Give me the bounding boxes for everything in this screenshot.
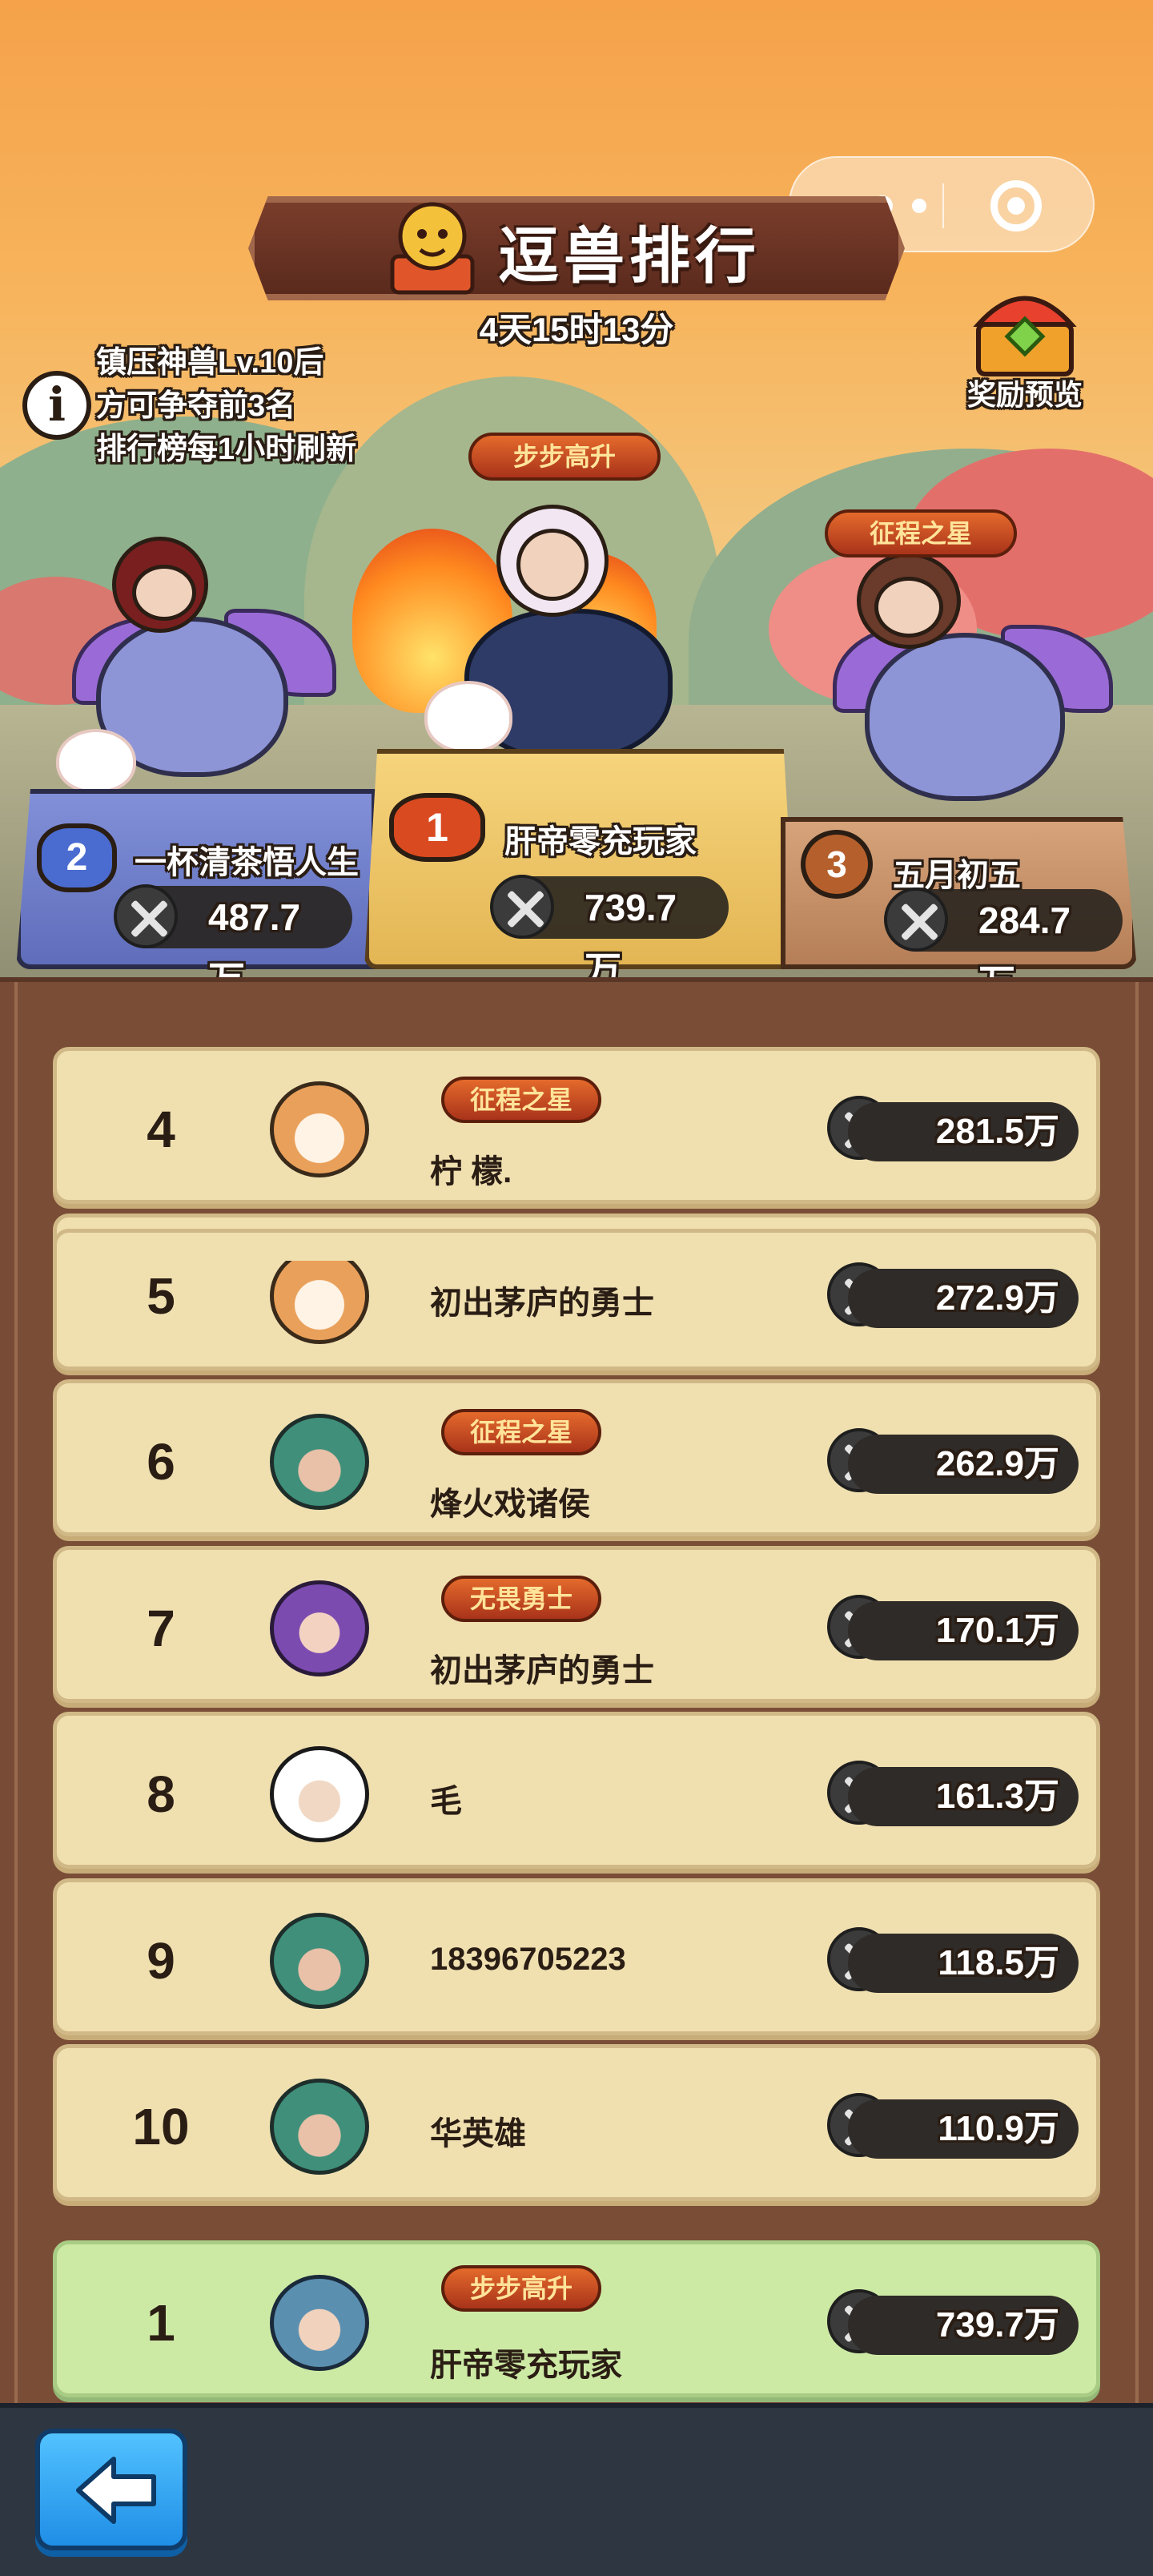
player-name: 柠 檬. <box>430 1154 512 1189</box>
list-item[interactable]: 10 华英雄 110.9万 <box>53 2044 1100 2201</box>
power-score: 272.9万 <box>848 1269 1079 1328</box>
my-rank-row[interactable]: 1 步步高升 肝帝零充玩家 739.7万 <box>53 2240 1100 2397</box>
dragon-avatar[interactable] <box>270 2079 369 2175</box>
treasure-chest-icon[interactable] <box>969 280 1081 380</box>
rules-line: 排行榜每1小时刷新 <box>96 433 357 466</box>
close-circle-icon[interactable] <box>990 180 1042 231</box>
golden-lion-icon <box>390 202 475 295</box>
player-name: 初出茅庐的勇士 <box>430 1286 654 1321</box>
list-item[interactable]: 9 18396705223 118.5万 <box>53 1878 1100 2035</box>
player-name: 毛 <box>430 1784 462 1819</box>
sword-icon <box>490 875 554 939</box>
power-score: 739.7万 <box>848 2296 1079 2355</box>
knight-avatar[interactable] <box>270 2275 369 2371</box>
purple-hair-avatar[interactable] <box>270 1580 369 1676</box>
rank-number: 4 <box>147 1101 175 1158</box>
list-item[interactable]: 8 毛 161.3万 <box>53 1712 1100 1869</box>
player-name: 烽火戏诸侯 <box>430 1487 590 1522</box>
title-badge: 无畏勇士 <box>441 1576 601 1622</box>
list-item[interactable]: 7 无畏勇士初出茅庐的勇士 170.1万 <box>53 1546 1100 1703</box>
second-place-character <box>48 521 336 793</box>
power-score: 170.1万 <box>848 1601 1079 1660</box>
rules-line: 镇压神兽Lv.10后 <box>96 346 324 380</box>
player-name: 18396705223 <box>430 1942 626 1977</box>
corgi-avatar[interactable] <box>270 1248 369 1344</box>
back-arrow-icon <box>76 2457 156 2524</box>
power-score: 110.9万 <box>848 2099 1079 2159</box>
page-title: 逗兽排行 <box>498 223 761 291</box>
third-place-character <box>825 545 1113 817</box>
title-badge: 征程之星 <box>441 1409 601 1455</box>
rank-badge-first: 1 <box>389 793 485 862</box>
rank-number: 8 <box>147 1765 175 1823</box>
sword-icon <box>114 884 178 948</box>
title-badge: 步步高升 <box>441 2265 601 2312</box>
podium-name: 一杯清茶悟人生 <box>135 845 359 880</box>
player-name: 初出茅庐的勇士 <box>430 1653 654 1688</box>
dragon-avatar[interactable] <box>270 1414 369 1510</box>
info-icon[interactable]: i <box>22 371 91 440</box>
rules-text: 镇压神兽Lv.10后 方可争夺前3名 排行榜每1小时刷新 <box>96 341 356 471</box>
title-badge: 征程之星 <box>441 1077 601 1123</box>
rank-number: 1 <box>147 2294 175 2352</box>
rank-badge-second: 2 <box>37 823 117 892</box>
capsule-divider <box>942 183 944 228</box>
rank-number: 9 <box>147 1932 175 1990</box>
sword-icon <box>884 888 948 952</box>
player-name: 肝帝零充玩家 <box>430 2348 622 2383</box>
player-name: 华英雄 <box>430 2116 526 2151</box>
power-score: 161.3万 <box>848 1767 1079 1826</box>
reward-preview-label[interactable]: 奖励预览 <box>945 372 1105 413</box>
rules-line: 方可争夺前3名 <box>96 389 296 423</box>
power-score: 262.9万 <box>848 1435 1079 1494</box>
list-item[interactable]: 4 征程之星柠 檬. 281.5万 <box>53 1047 1100 1204</box>
rank-number: 10 <box>132 2098 190 2155</box>
title-badge: 步步高升 <box>468 433 661 481</box>
back-button[interactable] <box>35 2429 187 2550</box>
title-badge: 征程之星 <box>825 509 1017 557</box>
rank-number: 6 <box>147 1433 175 1491</box>
panda-avatar[interactable] <box>270 1746 369 1842</box>
rank-badge-third: 3 <box>801 830 873 899</box>
power-score: 281.5万 <box>848 1102 1079 1161</box>
dragon-avatar[interactable] <box>270 1913 369 2009</box>
corgi-avatar[interactable] <box>270 1081 369 1177</box>
power-score: 118.5万 <box>848 1934 1079 1993</box>
list-item[interactable]: 6 征程之星烽火戏诸侯 262.9万 <box>53 1379 1100 1536</box>
rank-number: 7 <box>147 1600 175 1657</box>
list-item-peek <box>53 1229 1100 1261</box>
podium-name: 肝帝零充玩家 <box>504 824 697 859</box>
